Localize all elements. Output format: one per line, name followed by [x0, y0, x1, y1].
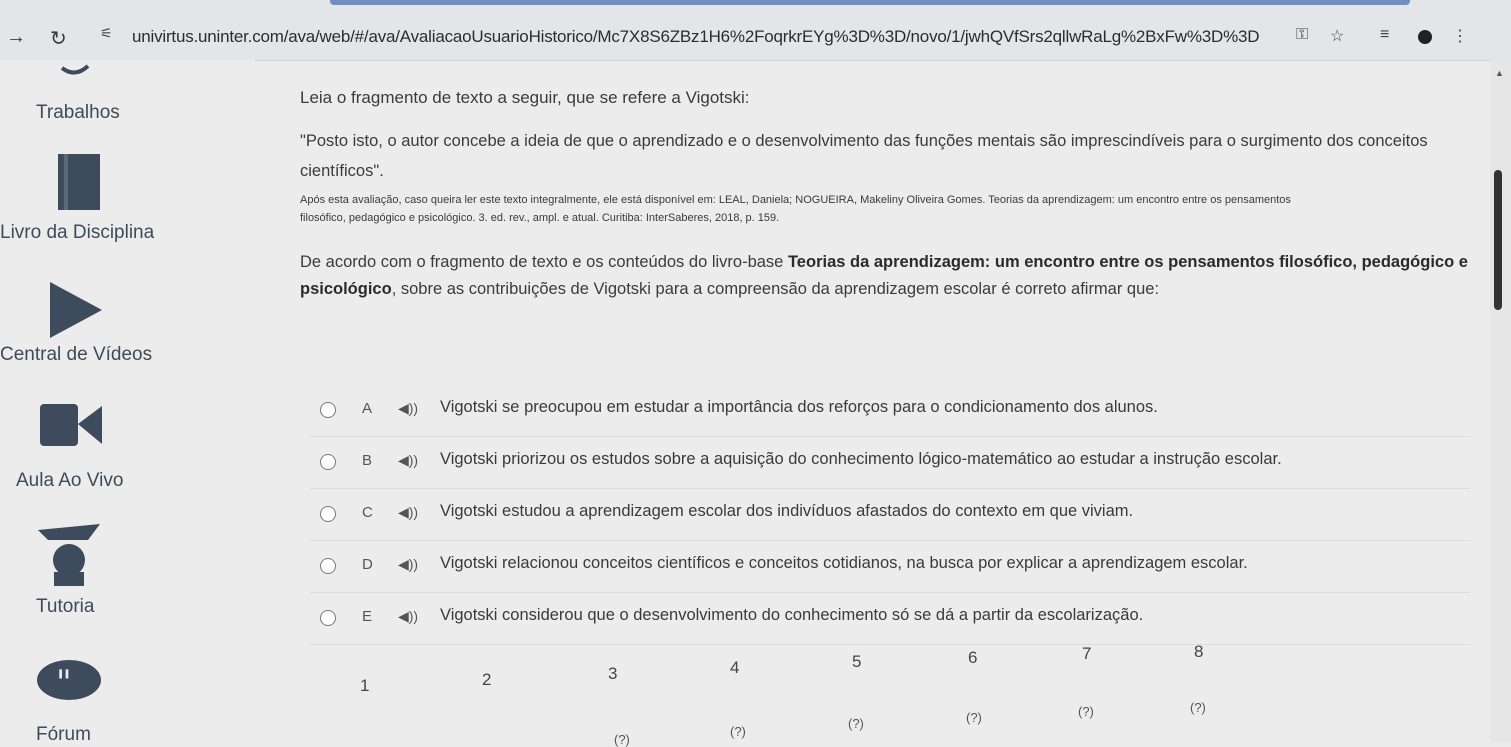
page-8-status: (?): [1190, 700, 1206, 715]
briefcase-icon: [60, 64, 90, 78]
radio-b[interactable]: [320, 454, 336, 470]
page-5-status: (?): [848, 716, 864, 731]
book-title: Teorias da aprendizagem: um encontro ent…: [787, 253, 1468, 271]
loading-progress-bar: [330, 0, 1410, 5]
radio-a[interactable]: [320, 402, 336, 418]
option-e[interactable]: E ◀)) Vigotski considerou que o desenvol…: [310, 600, 1470, 645]
quote-icon: ": [36, 658, 102, 708]
question-quote-cont: científicos".: [300, 162, 384, 180]
page-2[interactable]: 2: [482, 670, 491, 690]
page-4-status: (?): [730, 724, 746, 739]
book-title-cont: psicológico: [300, 280, 392, 298]
sidebar: Trabalhos Livro da Disciplina Central de…: [0, 60, 255, 745]
page-7[interactable]: 7: [1082, 644, 1091, 664]
menu-kebab-icon[interactable]: ⋮: [1452, 26, 1468, 46]
speaker-icon[interactable]: ◀)): [398, 608, 418, 625]
page-1[interactable]: 1: [360, 676, 369, 696]
option-c[interactable]: C ◀)) Vigotski estudou a aprendizagem es…: [310, 496, 1470, 541]
statement-prefix: De acordo com o fragmento de texto e os …: [300, 253, 788, 271]
page-7-status: (?): [1078, 704, 1094, 719]
option-a[interactable]: A ◀)) Vigotski se preocupou em estudar a…: [310, 392, 1470, 437]
option-text: Vigotski estudou a aprendizagem escolar …: [440, 502, 1134, 520]
radio-d[interactable]: [320, 558, 336, 574]
statement-suffix: , sobre as contribuições de Vigotski par…: [391, 280, 1160, 298]
option-letter: B: [362, 452, 373, 469]
video-camera-icon: [38, 402, 104, 448]
sidebar-item-livro[interactable]: Livro da Disciplina: [0, 222, 154, 244]
reference-text: Após esta avaliação, caso queira ler est…: [300, 194, 1291, 206]
speaker-icon[interactable]: ◀)): [398, 452, 418, 469]
option-letter: D: [362, 556, 373, 573]
question-quote: "Posto isto, o autor concebe a ideia de …: [300, 132, 1428, 150]
book-icon: [54, 152, 104, 212]
site-info-icon[interactable]: ⚟: [100, 25, 126, 45]
password-key-icon[interactable]: ⚿: [1296, 26, 1308, 44]
page-4[interactable]: 4: [730, 658, 739, 678]
scrollbar-track[interactable]: [1490, 60, 1511, 743]
speaker-icon[interactable]: ◀)): [398, 504, 418, 521]
page-6-status: (?): [966, 710, 982, 725]
option-letter: E: [362, 608, 373, 625]
question-statement: De acordo com o fragmento de texto e os …: [300, 253, 1468, 272]
radio-e[interactable]: [320, 610, 336, 626]
speaker-icon[interactable]: ◀)): [398, 556, 418, 573]
sidebar-item-videos[interactable]: Central de Vídeos: [0, 344, 152, 366]
profile-avatar[interactable]: [1418, 30, 1432, 44]
extensions-icon[interactable]: ≡: [1380, 26, 1389, 44]
reload-icon[interactable]: ↻: [50, 26, 67, 51]
bookmark-star-icon[interactable]: ☆: [1330, 26, 1344, 46]
page-3-status: (?): [614, 732, 630, 747]
scroll-up-icon[interactable]: ▲: [1495, 68, 1504, 78]
option-text: Vigotski priorizou os estudos sobre a aq…: [440, 450, 1282, 468]
sidebar-item-aula[interactable]: Aula Ao Vivo: [16, 470, 123, 492]
speaker-icon[interactable]: ◀)): [398, 400, 418, 417]
reference-text-cont: filosófico, pedagógico e psicológico. 3.…: [300, 212, 780, 224]
page-3[interactable]: 3: [608, 664, 617, 684]
option-letter: C: [362, 504, 373, 521]
option-text: Vigotski considerou que o desenvolviment…: [440, 606, 1144, 624]
sidebar-item-trabalhos[interactable]: Trabalhos: [36, 102, 120, 124]
option-text: Vigotski se preocupou em estudar a impor…: [440, 398, 1158, 416]
browser-toolbar: → ↻ ⚟ univirtus.uninter.com/ava/web/#/av…: [0, 0, 1511, 61]
svg-text:": ": [56, 663, 72, 703]
scrollbar-thumb[interactable]: [1494, 170, 1502, 310]
question-pagination: 1 2 3 4 5 6 7 8 (?) (?) (?) (?) (?) (?): [300, 640, 1240, 747]
page-6[interactable]: 6: [968, 648, 977, 668]
sidebar-item-tutoria[interactable]: Tutoria: [36, 596, 94, 618]
question-statement-cont: psicológico, sobre as contribuições de V…: [300, 280, 1159, 299]
option-d[interactable]: D ◀)) Vigotski relacionou conceitos cien…: [310, 548, 1470, 593]
address-bar[interactable]: univirtus.uninter.com/ava/web/#/ava/Aval…: [132, 27, 1260, 47]
forward-arrow-icon[interactable]: →: [6, 26, 26, 49]
play-icon: [48, 280, 104, 340]
question-intro: Leia o fragmento de texto a seguir, que …: [300, 88, 750, 107]
option-letter: A: [362, 400, 373, 417]
page-5[interactable]: 5: [852, 652, 861, 672]
graduate-icon: [36, 522, 102, 588]
option-b[interactable]: B ◀)) Vigotski priorizou os estudos sobr…: [310, 444, 1470, 489]
page-8[interactable]: 8: [1194, 642, 1203, 662]
radio-c[interactable]: [320, 506, 336, 522]
option-text: Vigotski relacionou conceitos científico…: [440, 554, 1248, 572]
